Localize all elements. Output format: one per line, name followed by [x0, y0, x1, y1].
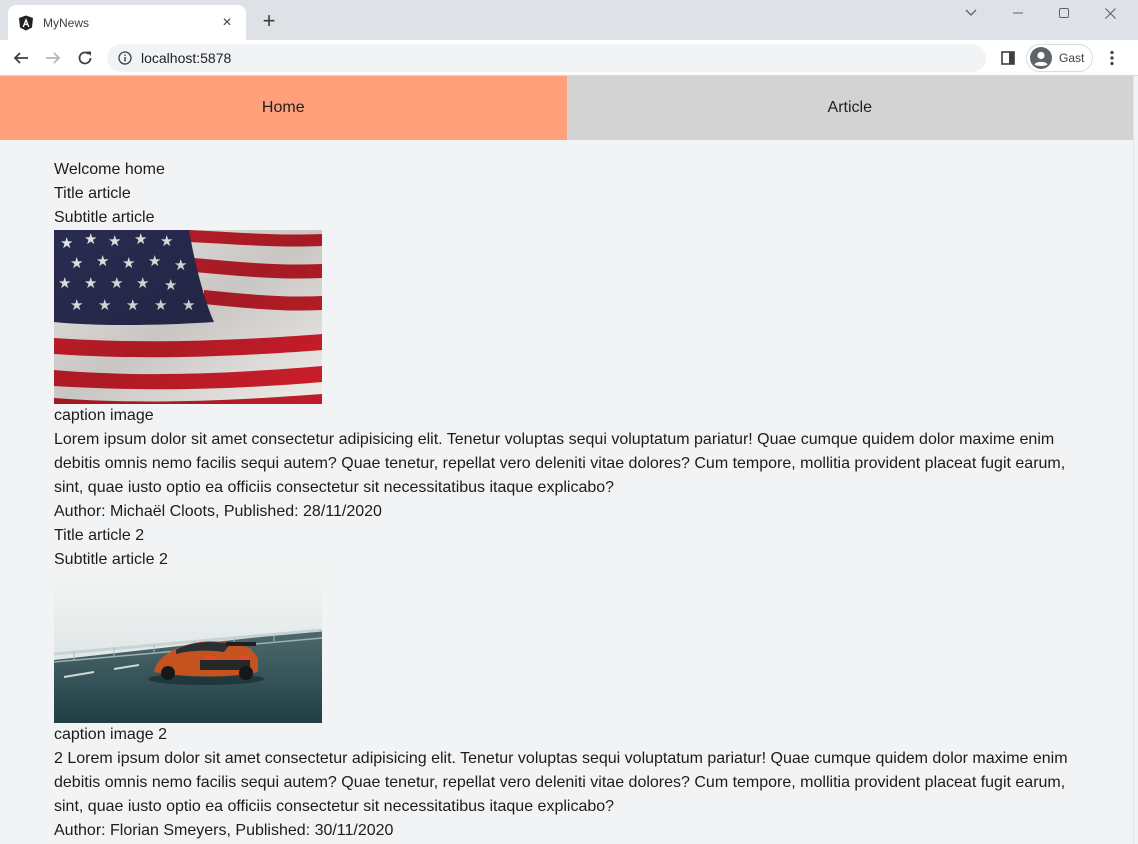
profile-button[interactable]: Gast — [1026, 44, 1093, 72]
angular-favicon-icon — [18, 15, 34, 31]
tab-close-icon[interactable]: × — [218, 14, 236, 32]
avatar-icon — [1030, 47, 1052, 69]
article-body: Lorem ipsum dolor sit amet consectetur a… — [54, 431, 1066, 496]
article-image-car — [54, 572, 322, 723]
page-content: Welcome home Title article Subtitle arti… — [0, 140, 1133, 843]
article-byline: Author: Florian Smeyers, Published: 30/1… — [54, 822, 394, 839]
forward-arrow-icon[interactable] — [41, 46, 65, 70]
article-title: Title article 2 — [54, 527, 145, 544]
page-viewport: Home Article Welcome home Title article … — [0, 76, 1133, 844]
address-bar[interactable]: localhost:5878 — [107, 44, 986, 72]
browser-toolbar: localhost:5878 Gast — [0, 40, 1138, 76]
article-card: Title article Subtitle article caption i… — [54, 182, 1133, 524]
article-card: Title article 2 Subtitle article 2 capti… — [54, 524, 1133, 843]
profile-name: Gast — [1059, 51, 1085, 65]
image-caption: caption image — [54, 407, 154, 424]
article-image-flag: ★ ★ ★ ★ ★ ★ ★ ★ ★ ★ ★ ★ ★ ★ ★ — [54, 230, 322, 404]
article-body: 2 Lorem ipsum dolor sit amet consectetur… — [54, 750, 1068, 815]
tab-search-chevron-icon[interactable] — [948, 2, 994, 24]
back-arrow-icon[interactable] — [9, 46, 33, 70]
site-info-icon[interactable] — [118, 51, 132, 65]
address-url[interactable]: localhost:5878 — [141, 50, 231, 66]
article-subtitle: Subtitle article — [54, 209, 155, 226]
maximize-icon[interactable] — [1041, 2, 1087, 24]
browser-titlebar: MyNews × + — [0, 0, 1138, 40]
nav-article-link[interactable]: Article — [566, 76, 1133, 140]
minimize-icon[interactable] — [995, 2, 1041, 24]
nav-home-link[interactable]: Home — [0, 76, 567, 140]
image-caption: caption image 2 — [54, 726, 167, 743]
browser-tab[interactable]: MyNews × — [8, 5, 246, 40]
more-menu-icon[interactable] — [1100, 46, 1124, 70]
tab-title: MyNews — [43, 15, 90, 30]
article-title: Title article — [54, 185, 131, 202]
welcome-heading: Welcome home — [54, 161, 165, 178]
reload-icon[interactable] — [73, 46, 97, 70]
article-subtitle: Subtitle article 2 — [54, 551, 168, 568]
new-tab-plus-icon[interactable]: + — [258, 10, 280, 33]
page-scrollbar[interactable] — [1133, 76, 1138, 844]
main-nav: Home Article — [0, 76, 1133, 140]
article-byline: Author: Michaël Cloots, Published: 28/11… — [54, 503, 382, 520]
side-panel-icon[interactable] — [996, 46, 1020, 70]
close-window-icon[interactable] — [1087, 2, 1133, 24]
